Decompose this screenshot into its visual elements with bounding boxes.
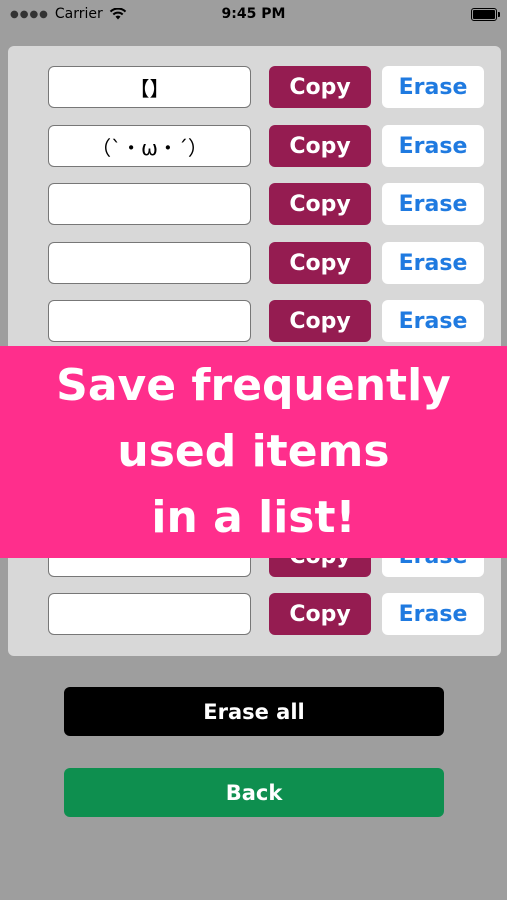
item-text-field[interactable] <box>48 183 251 225</box>
item-text-field[interactable] <box>48 300 251 342</box>
erase-button[interactable]: Erase <box>382 183 484 225</box>
item-text-field[interactable] <box>48 242 251 284</box>
list-row: （`・ω・´） Copy Erase <box>48 125 484 169</box>
copy-button[interactable]: Copy <box>269 183 371 225</box>
item-text-field[interactable]: （`・ω・´） <box>48 125 251 167</box>
status-left: ●●●● Carrier <box>10 6 127 22</box>
battery-fill <box>473 9 495 19</box>
list-row: 【】 Copy Erase <box>48 66 484 110</box>
battery-icon <box>471 7 500 21</box>
signal-dots-icon: ●●●● <box>10 8 49 20</box>
erase-button[interactable]: Erase <box>382 125 484 167</box>
item-text-field[interactable]: 【】 <box>48 66 251 108</box>
copy-button[interactable]: Copy <box>269 593 371 635</box>
erase-button[interactable]: Erase <box>382 66 484 108</box>
banner-line-2: used items <box>117 426 390 477</box>
erase-button[interactable]: Erase <box>382 593 484 635</box>
erase-all-button[interactable]: Erase all <box>64 687 444 736</box>
wifi-icon <box>109 8 126 20</box>
list-row: Copy Erase <box>48 183 484 227</box>
carrier-label: Carrier <box>54 6 103 22</box>
list-row: Copy Erase <box>48 242 484 286</box>
erase-button[interactable]: Erase <box>382 242 484 284</box>
promo-banner: Save frequently used items in a list! <box>0 346 507 558</box>
copy-button[interactable]: Copy <box>269 300 371 342</box>
copy-button[interactable]: Copy <box>269 66 371 108</box>
list-row: Copy Erase <box>48 300 484 344</box>
list-row: Copy Erase <box>48 593 484 637</box>
status-bar: ●●●● Carrier 9:45 PM <box>0 0 507 28</box>
banner-line-1: Save frequently <box>56 360 451 411</box>
copy-button[interactable]: Copy <box>269 242 371 284</box>
banner-line-3: in a list! <box>151 492 356 543</box>
item-text-field[interactable] <box>48 593 251 635</box>
back-button[interactable]: Back <box>64 768 444 817</box>
copy-button[interactable]: Copy <box>269 125 371 167</box>
erase-button[interactable]: Erase <box>382 300 484 342</box>
